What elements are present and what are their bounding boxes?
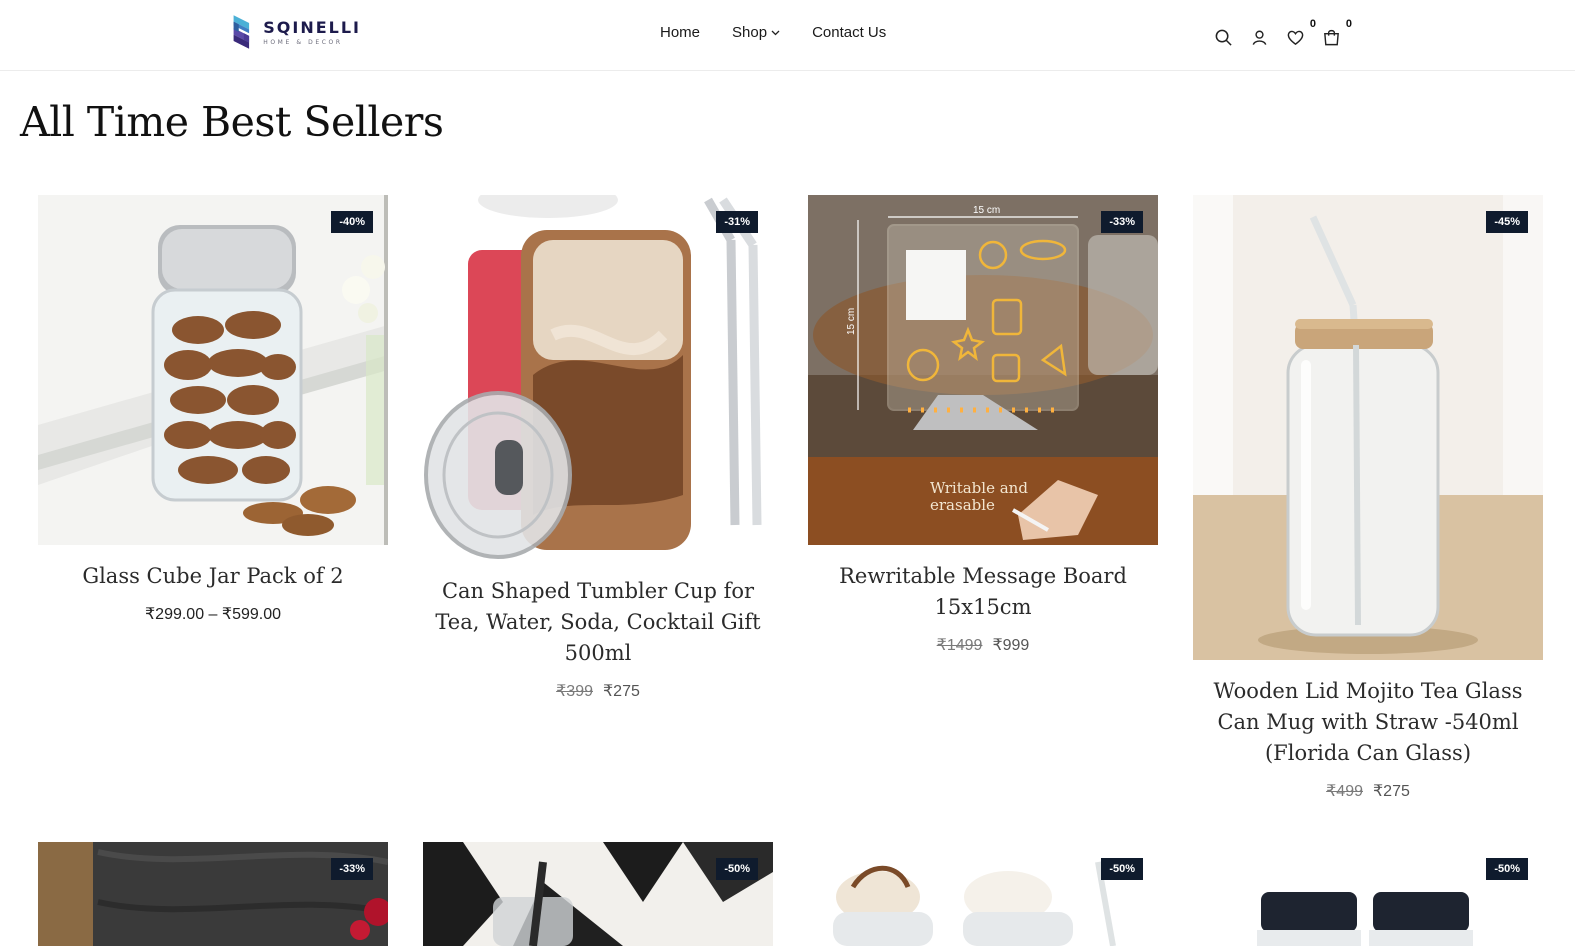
product-image[interactable]: -33% <box>38 842 388 946</box>
mojito-glass-image <box>1193 195 1543 660</box>
wishlist-count: 0 <box>1309 18 1316 30</box>
product-card[interactable]: -31% Can Shaped Tumbler Cup for Tea, Wat… <box>423 195 773 701</box>
nav-shop[interactable]: Shop <box>732 24 780 41</box>
can-tumbler-image <box>423 195 773 560</box>
main-nav: Home Shop Contact Us <box>660 24 886 41</box>
board-height-label: 15 cm <box>846 308 857 335</box>
board-width-label: 15 cm <box>973 205 1000 216</box>
search-icon <box>1215 29 1232 46</box>
sale-price: ₹275 <box>1373 783 1410 800</box>
brand-name: SQINELLI <box>263 18 361 37</box>
price-range: ₹299.00 – ₹599.00 <box>144 606 282 623</box>
brand-tagline: HOME & DECOR <box>263 39 343 46</box>
heart-icon <box>1287 30 1303 45</box>
product-card[interactable]: -40% Glass Cube Jar Pack of 2 ₹299.00 – … <box>38 195 388 624</box>
product-card[interactable]: -50% <box>808 842 1158 946</box>
account-button[interactable] <box>1248 26 1270 48</box>
chevron-down-icon <box>771 30 780 35</box>
product-price: ₹1499 ₹999 <box>808 635 1158 655</box>
nav-home[interactable]: Home <box>660 24 700 41</box>
product-title[interactable]: Rewritable Message Board 15x15cm <box>808 561 1158 623</box>
discount-badge: -33% <box>331 858 373 880</box>
wishlist-button[interactable]: 0 <box>1284 18 1316 48</box>
product-price: ₹499 ₹275 <box>1193 781 1543 801</box>
product-image[interactable]: -50% <box>1193 842 1543 946</box>
product-image[interactable]: -45% <box>1193 195 1543 660</box>
header-actions: 0 0 <box>1212 18 1352 52</box>
page-title: All Time Best Sellers <box>20 98 444 146</box>
sale-price: ₹275 <box>603 683 640 700</box>
product-title[interactable]: Wooden Lid Mojito Tea Glass Can Mug with… <box>1193 676 1543 769</box>
discount-badge: -40% <box>331 211 373 233</box>
nav-shop-label: Shop <box>732 24 768 41</box>
product-card[interactable]: -50% <box>1193 842 1543 946</box>
glass-jar-cookies-image <box>38 195 388 545</box>
brand-logo[interactable]: SQINELLI HOME & DECOR <box>231 3 361 61</box>
product-title[interactable]: Glass Cube Jar Pack of 2 <box>38 561 388 592</box>
product-image[interactable]: -40% <box>38 195 388 545</box>
cart-button[interactable]: 0 <box>1320 18 1352 48</box>
message-board-image: 15 cm 15 cm Writable and erasable <box>808 195 1158 545</box>
nav-contact[interactable]: Contact Us <box>812 24 886 41</box>
old-price: ₹399 <box>556 683 593 700</box>
product-image[interactable]: 15 cm 15 cm Writable and erasable -33% <box>808 195 1158 545</box>
discount-badge: -50% <box>716 858 758 880</box>
product-price: ₹299.00 – ₹599.00 <box>38 604 388 624</box>
product-card[interactable]: -45% Wooden Lid Mojito Tea Glass Can Mug… <box>1193 195 1543 801</box>
cart-count: 0 <box>1345 18 1352 30</box>
discount-badge: -50% <box>1486 858 1528 880</box>
discount-badge: -45% <box>1486 211 1528 233</box>
cart-icon <box>1323 29 1339 45</box>
product-image[interactable]: -50% <box>423 842 773 946</box>
product-image[interactable]: -31% <box>423 195 773 560</box>
user-icon <box>1252 30 1266 45</box>
board-caption-line1: Writable and <box>930 479 1028 497</box>
product-card[interactable]: -33% <box>38 842 388 946</box>
old-price: ₹499 <box>1326 783 1363 800</box>
site-header: SQINELLI HOME & DECOR Home Shop Contact … <box>0 0 1575 71</box>
logo-mark-icon <box>233 15 250 49</box>
old-price: ₹1499 <box>936 637 983 654</box>
product-card[interactable]: 15 cm 15 cm Writable and erasable -33% R… <box>808 195 1158 655</box>
product-price: ₹399 ₹275 <box>423 681 773 701</box>
product-card[interactable]: -50% <box>423 842 773 946</box>
product-title[interactable]: Can Shaped Tumbler Cup for Tea, Water, S… <box>423 576 773 669</box>
search-button[interactable] <box>1212 26 1234 48</box>
discount-badge: -31% <box>716 211 758 233</box>
sale-price: ₹999 <box>992 637 1030 654</box>
discount-badge: -50% <box>1101 858 1143 880</box>
product-image[interactable]: -50% <box>808 842 1158 946</box>
discount-badge: -33% <box>1101 211 1143 233</box>
board-caption-line2: erasable <box>930 496 995 514</box>
